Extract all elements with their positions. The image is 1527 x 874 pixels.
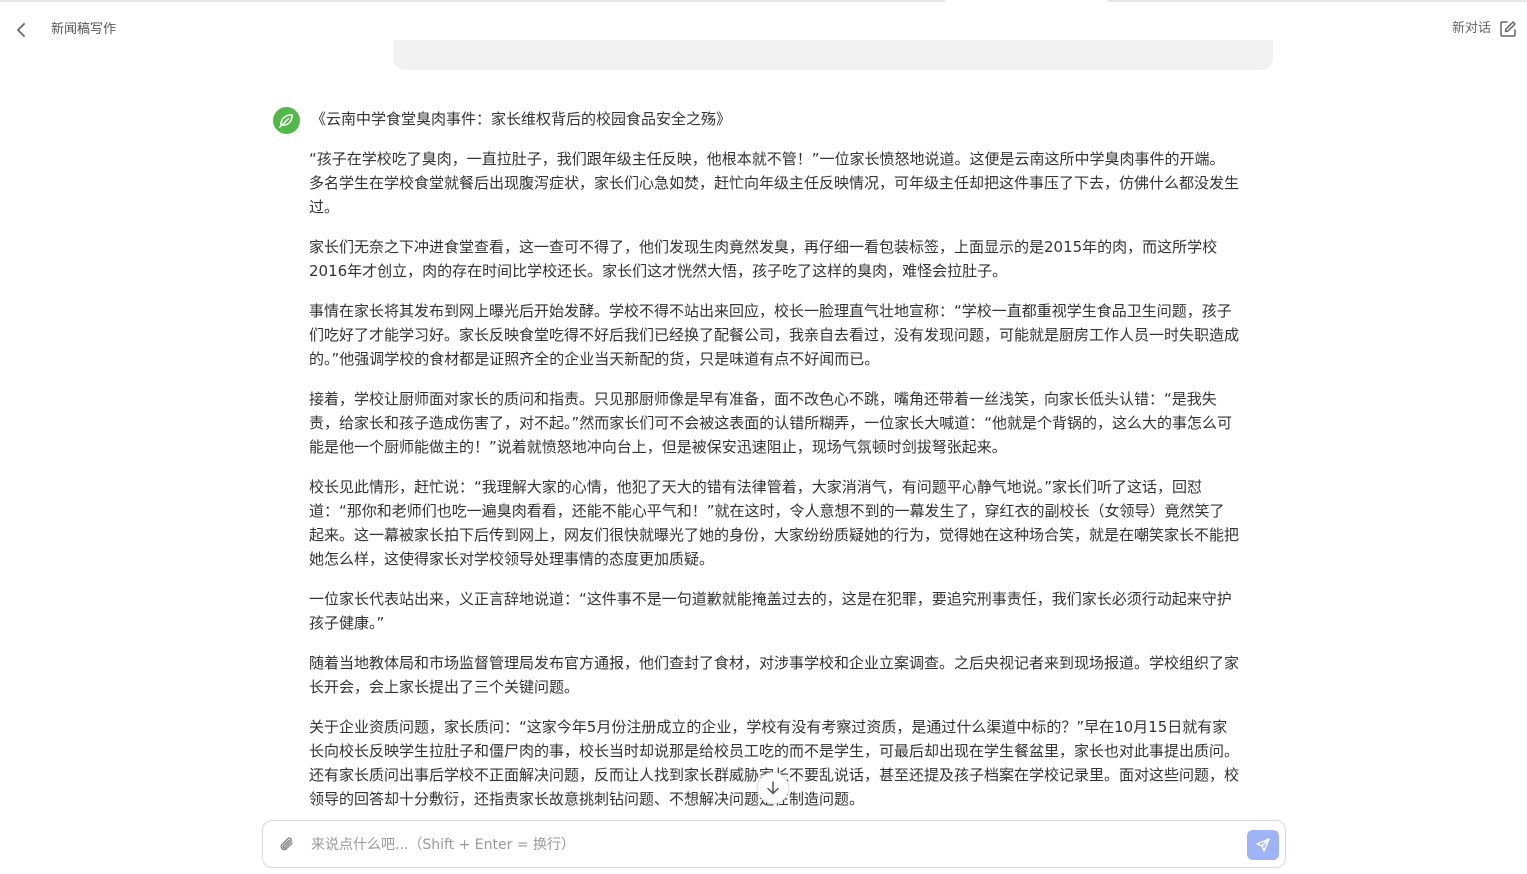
page-title: 新闻稿写作 (51, 22, 117, 37)
assistant-leaf-icon (279, 114, 293, 128)
arrow-down-icon (767, 781, 779, 795)
send-icon (1256, 838, 1270, 852)
message-title: 《云南中学食堂臭肉事件：家长维权背后的校园食品安全之殇》 (311, 110, 732, 128)
new-chat-button[interactable]: 新对话 (1452, 20, 1517, 38)
message-body: “孩子在学校吃了臭肉，一直拉肚子，我们跟年级主任反映，他根本就不管！”一位家长愤… (309, 147, 1239, 827)
paperclip-icon (280, 837, 293, 851)
attach-button[interactable] (275, 833, 299, 857)
message-paragraph: 校长见此情形，赶忙说：“我理解大家的心情，他犯了天大的错有法律管着，大家消消气，… (309, 478, 1240, 568)
message-paragraph: 一位家长代表站出来，义正言辞地说道：“这件事不是一句道歉就能掩盖过去的，这是在犯… (309, 590, 1232, 632)
chevron-left-icon (17, 23, 25, 37)
message-paragraph: 随着当地教体局和市场监督管理局发布官方通报，他们查封了食材，对涉事学校和企业立案… (309, 654, 1240, 696)
chat-input-bar (262, 820, 1286, 868)
message-paragraph: 接着，学校让厨师面对家长的质问和指责。只见那厨师像是早有准备，面不改色心不跳，嘴… (309, 390, 1233, 456)
message-input[interactable] (309, 830, 1233, 860)
back-button[interactable] (10, 19, 32, 41)
scroll-to-bottom-button[interactable] (757, 772, 789, 804)
assistant-avatar (273, 107, 300, 134)
send-button[interactable] (1247, 830, 1279, 860)
message-paragraph: 事情在家长将其发布到网上曝光后开始发酵。学校不得不站出来回应，校长一脸理直气壮地… (309, 302, 1240, 368)
edit-icon (1500, 21, 1516, 37)
previous-message-bubble (393, 40, 1273, 70)
new-chat-label: 新对话 (1451, 21, 1491, 36)
message-paragraph: “孩子在学校吃了臭肉，一直拉肚子，我们跟年级主任反映，他根本就不管！”一位家长愤… (309, 150, 1240, 216)
message-paragraph: 家长们无奈之下冲进食堂查看，这一查可不得了，他们发现生肉竟然发臭，再仔细一看包装… (309, 238, 1218, 280)
